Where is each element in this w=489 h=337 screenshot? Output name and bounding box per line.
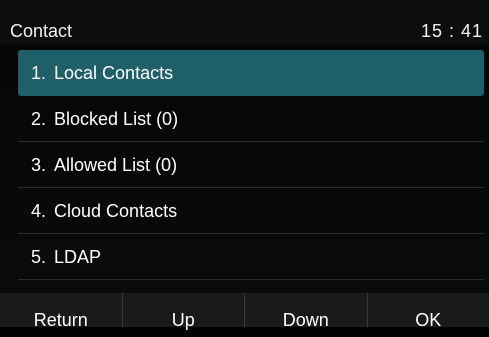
menu-item-label: 5. LDAP	[31, 246, 101, 268]
menu-item-cloud-contacts[interactable]: 4. Cloud Contacts	[18, 188, 484, 234]
menu-item-text: Allowed List (0)	[54, 155, 177, 175]
menu-item-allowed-list[interactable]: 3. Allowed List (0)	[18, 142, 484, 188]
title-bar: Contact 15 : 41	[0, 0, 489, 44]
menu-item-text: Local Contacts	[54, 63, 173, 83]
softkey-bar: Return Up Down OK	[0, 293, 489, 327]
menu-item-text: LDAP	[54, 247, 101, 267]
menu-item-text: Blocked List (0)	[54, 109, 178, 129]
menu-item-number: 3.	[31, 155, 46, 175]
menu-item-number: 5.	[31, 247, 46, 267]
menu-item-label: 3. Allowed List (0)	[31, 154, 177, 176]
menu-item-label: 2. Blocked List (0)	[31, 108, 178, 130]
menu-item-label: 1. Local Contacts	[31, 62, 173, 84]
contact-menu: 1. Local Contacts 2. Blocked List (0) 3. Al…	[18, 50, 484, 280]
page-title: Contact	[10, 20, 72, 42]
menu-item-number: 4.	[31, 201, 46, 221]
menu-item-local-contacts[interactable]: 1. Local Contacts	[18, 50, 484, 96]
return-softkey[interactable]: Return	[0, 293, 123, 327]
menu-item-number: 2.	[31, 109, 46, 129]
menu-item-text: Cloud Contacts	[54, 201, 177, 221]
menu-item-label: 4. Cloud Contacts	[31, 200, 177, 222]
down-softkey[interactable]: Down	[245, 293, 368, 327]
phone-screen: Contact 15 : 41 1. Local Contacts 2. Block…	[0, 0, 489, 327]
menu-item-ldap[interactable]: 5. LDAP	[18, 234, 484, 280]
menu-item-blocked-list[interactable]: 2. Blocked List (0)	[18, 96, 484, 142]
ok-softkey[interactable]: OK	[368, 293, 489, 327]
up-softkey[interactable]: Up	[123, 293, 246, 327]
clock: 15 : 41	[421, 20, 483, 42]
menu-item-number: 1.	[31, 63, 46, 83]
